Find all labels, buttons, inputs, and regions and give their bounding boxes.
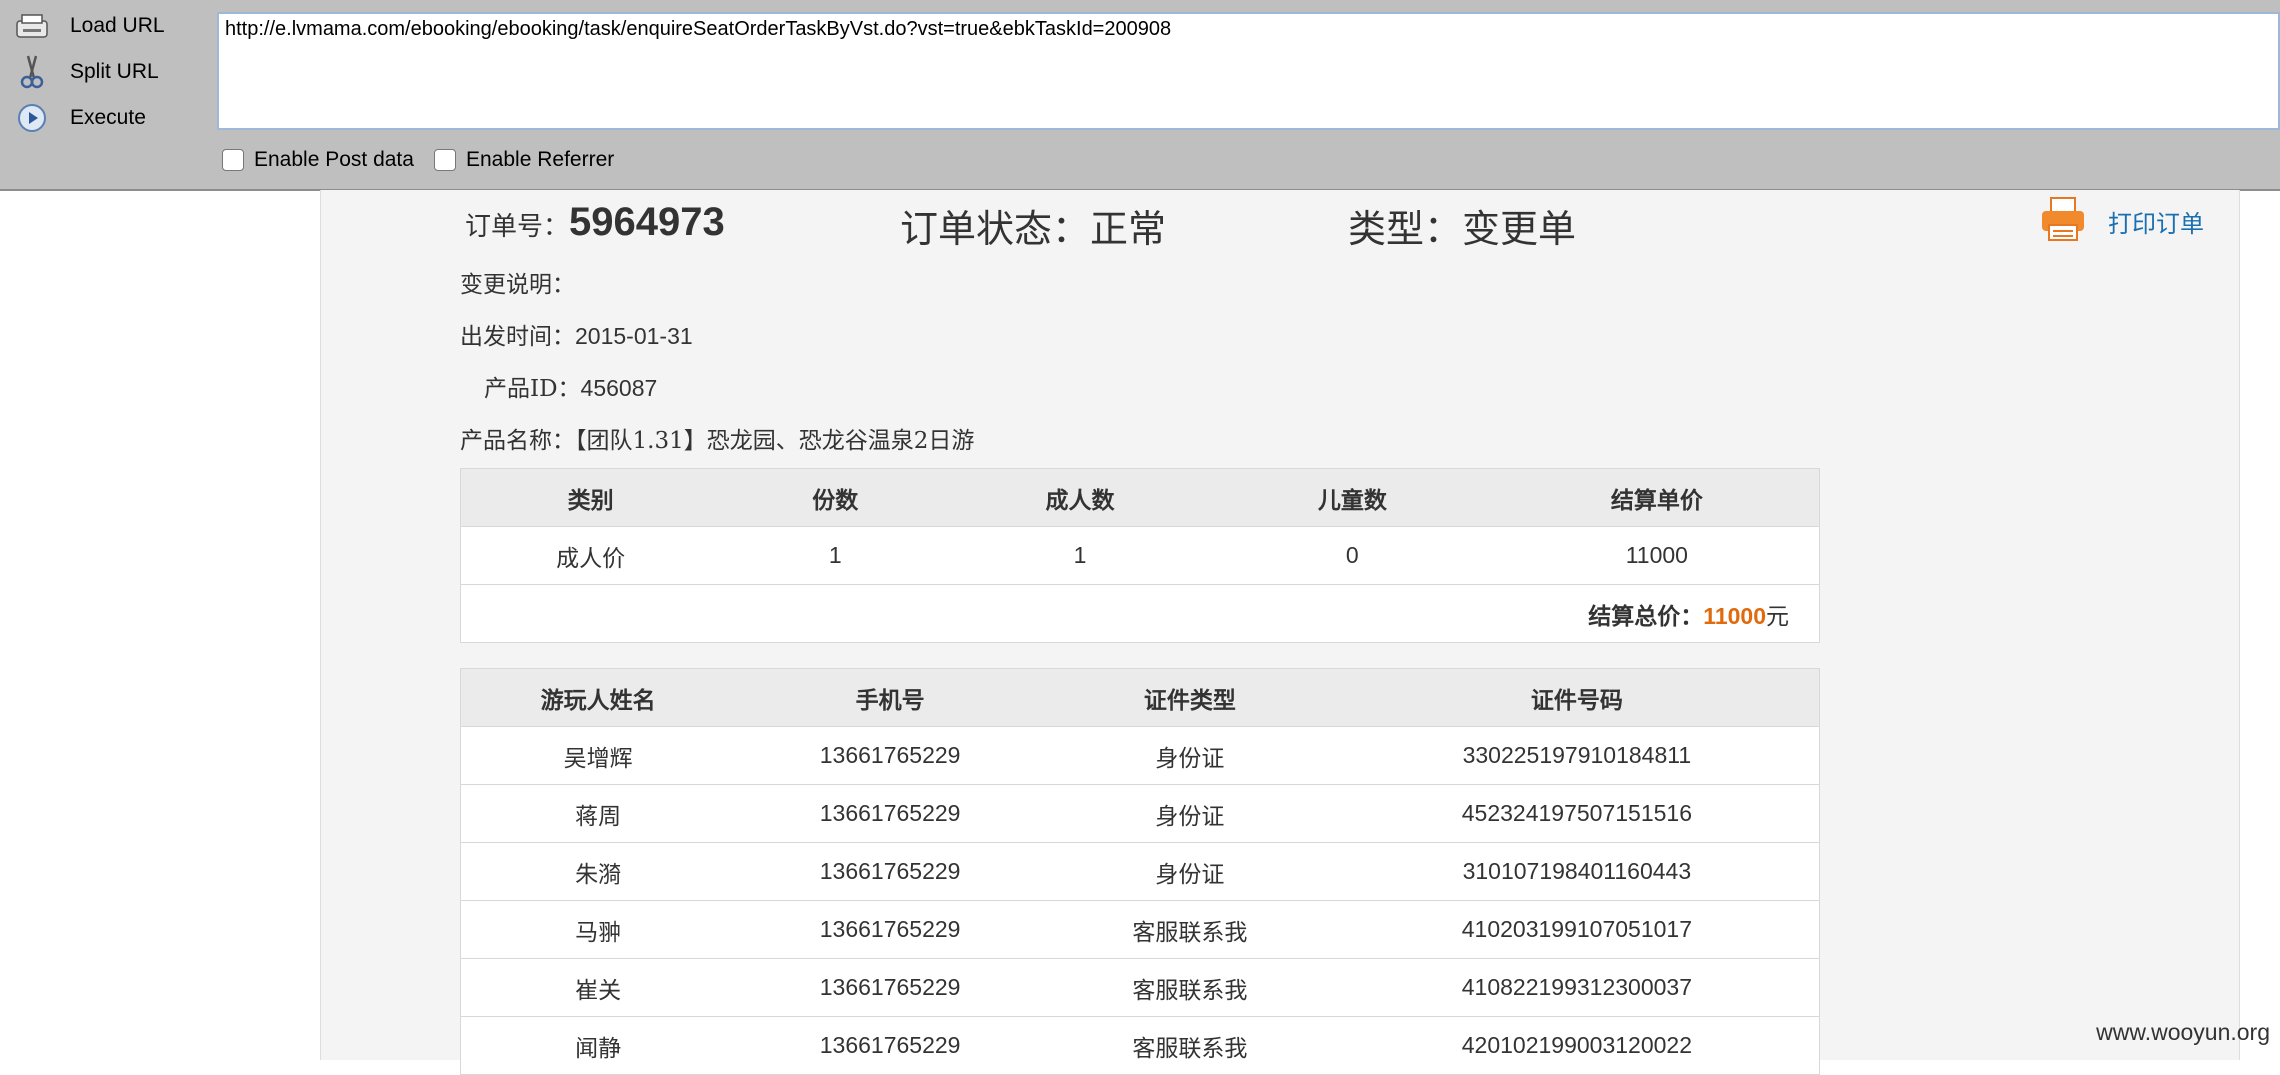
price-table-header: 类别 份数 成人数 儿童数 结算单价 (460, 468, 1820, 527)
change-note-label: 变更说明： (460, 272, 575, 298)
header-cell: 儿童数 (1209, 468, 1495, 527)
order-number: 订单号： 5964973 (465, 200, 725, 245)
guest-id-number: 420102199003120022 (1334, 1016, 1820, 1075)
printer-icon (2040, 196, 2086, 246)
table-cell: 1 (950, 526, 1210, 585)
total-value: 11000 (1703, 602, 1766, 629)
table-row: 成人价 1 1 0 11000 (460, 526, 1820, 585)
guest-id-type: 身份证 (1045, 726, 1335, 785)
table-cell: 成人价 (460, 526, 721, 585)
depart-time: 出发时间：2015-01-31 (460, 317, 693, 351)
table-cell: 0 (1209, 526, 1495, 585)
execute-label: Execute (70, 106, 146, 129)
url-input[interactable] (217, 12, 2280, 130)
guest-name: 崔关 (460, 958, 736, 1017)
scissors-icon (12, 54, 52, 90)
price-total-row: 结算总价：11000元 (460, 584, 1820, 643)
guest-name: 朱漪 (460, 842, 736, 901)
header-cell: 类别 (460, 468, 721, 527)
guest-id-number: 452324197507151516 (1334, 784, 1820, 843)
execute-button[interactable]: Execute (12, 98, 212, 138)
enable-post-label: Enable Post data (254, 148, 414, 171)
guest-name: 闻静 (460, 1016, 736, 1075)
guest-id-type: 身份证 (1045, 784, 1335, 843)
hackbar-toolbar: Load URL Split URL Execute Enable Post d… (0, 0, 2280, 191)
table-row: 蒋周 13661765229 身份证 452324197507151516 (460, 784, 1820, 843)
product-id-value: 456087 (580, 375, 658, 401)
header-cell: 手机号 (735, 668, 1046, 727)
enable-post-checkbox[interactable]: Enable Post data (222, 148, 414, 172)
guest-name: 吴增辉 (460, 726, 736, 785)
order-type: 类型：变更单 (1348, 207, 1577, 251)
table-cell: 11000 (1494, 526, 1820, 585)
guest-id-type: 身份证 (1045, 842, 1335, 901)
table-row: 吴增辉 13661765229 身份证 330225197910184811 (460, 726, 1820, 785)
guest-phone: 13661765229 (735, 842, 1046, 901)
depart-time-value: 2015-01-31 (575, 323, 693, 349)
guest-table: 游玩人姓名 手机号 证件类型 证件号码 吴增辉 13661765229 身份证 … (460, 668, 1820, 1075)
guest-id-type: 客服联系我 (1045, 958, 1335, 1017)
product-id-label: 产品ID： (484, 376, 581, 402)
enable-post-box[interactable] (222, 149, 244, 171)
guest-phone: 13661765229 (735, 726, 1046, 785)
table-row: 崔关 13661765229 客服联系我 410822199312300037 (460, 958, 1820, 1017)
guest-name: 蒋周 (460, 784, 736, 843)
guest-id-number: 410203199107051017 (1334, 900, 1820, 959)
order-status: 订单状态：正常 (900, 207, 1167, 251)
enable-referrer-checkbox[interactable]: Enable Referrer (434, 148, 614, 172)
price-total-cell: 结算总价：11000元 (460, 584, 1820, 643)
table-row: 闻静 13661765229 客服联系我 420102199003120022 (460, 1016, 1820, 1075)
header-cell: 份数 (720, 468, 951, 527)
header-cell: 游玩人姓名 (460, 668, 736, 727)
product-name-value: 【团队1.31】恐龙园、恐龙谷温泉2日游 (575, 428, 975, 454)
guest-name: 马翀 (460, 900, 736, 959)
guest-id-number: 410822199312300037 (1334, 958, 1820, 1017)
product-name: 产品名称：【团队1.31】恐龙园、恐龙谷温泉2日游 (460, 421, 974, 455)
guest-phone: 13661765229 (735, 784, 1046, 843)
order-number-label: 订单号： (465, 212, 570, 242)
guest-id-number: 310107198401160443 (1334, 842, 1820, 901)
header-cell: 证件号码 (1334, 668, 1820, 727)
guest-id-number: 330225197910184811 (1334, 726, 1820, 785)
product-id: 产品ID：456087 (484, 369, 657, 403)
total-label: 结算总价： (1588, 602, 1704, 630)
table-cell: 1 (720, 526, 951, 585)
header-cell: 证件类型 (1045, 668, 1335, 727)
depart-time-label: 出发时间： (460, 324, 575, 350)
enable-referrer-box[interactable] (434, 149, 456, 171)
table-row: 朱漪 13661765229 身份证 310107198401160443 (460, 842, 1820, 901)
watermark: www.wooyun.org (2096, 1019, 2270, 1045)
guest-phone: 13661765229 (735, 958, 1046, 1017)
load-url-label: Load URL (70, 14, 165, 37)
product-name-label: 产品名称： (460, 428, 575, 454)
split-url-label: Split URL (70, 60, 159, 83)
play-icon (12, 100, 52, 136)
print-order-label: 打印订单 (2108, 209, 2204, 238)
guest-table-header: 游玩人姓名 手机号 证件类型 证件号码 (460, 668, 1820, 727)
price-table: 类别 份数 成人数 儿童数 结算单价 成人价 1 1 0 11000 结算总价：… (460, 468, 1820, 643)
table-row: 马翀 13661765229 客服联系我 410203199107051017 (460, 900, 1820, 959)
split-url-button[interactable]: Split URL (12, 52, 212, 92)
order-number-value: 5964973 (569, 200, 725, 244)
enable-referrer-label: Enable Referrer (466, 148, 615, 171)
load-url-button[interactable]: Load URL (12, 6, 212, 46)
header-cell: 成人数 (950, 468, 1210, 527)
guest-phone: 13661765229 (735, 1016, 1046, 1075)
header-cell: 结算单价 (1494, 468, 1820, 527)
guest-phone: 13661765229 (735, 900, 1046, 959)
change-note: 变更说明： (460, 265, 575, 299)
load-url-icon (12, 8, 52, 44)
guest-id-type: 客服联系我 (1045, 1016, 1335, 1075)
guest-id-type: 客服联系我 (1045, 900, 1335, 959)
print-order-link[interactable]: 打印订单 (2040, 196, 2204, 246)
total-unit: 元 (1766, 603, 1789, 630)
